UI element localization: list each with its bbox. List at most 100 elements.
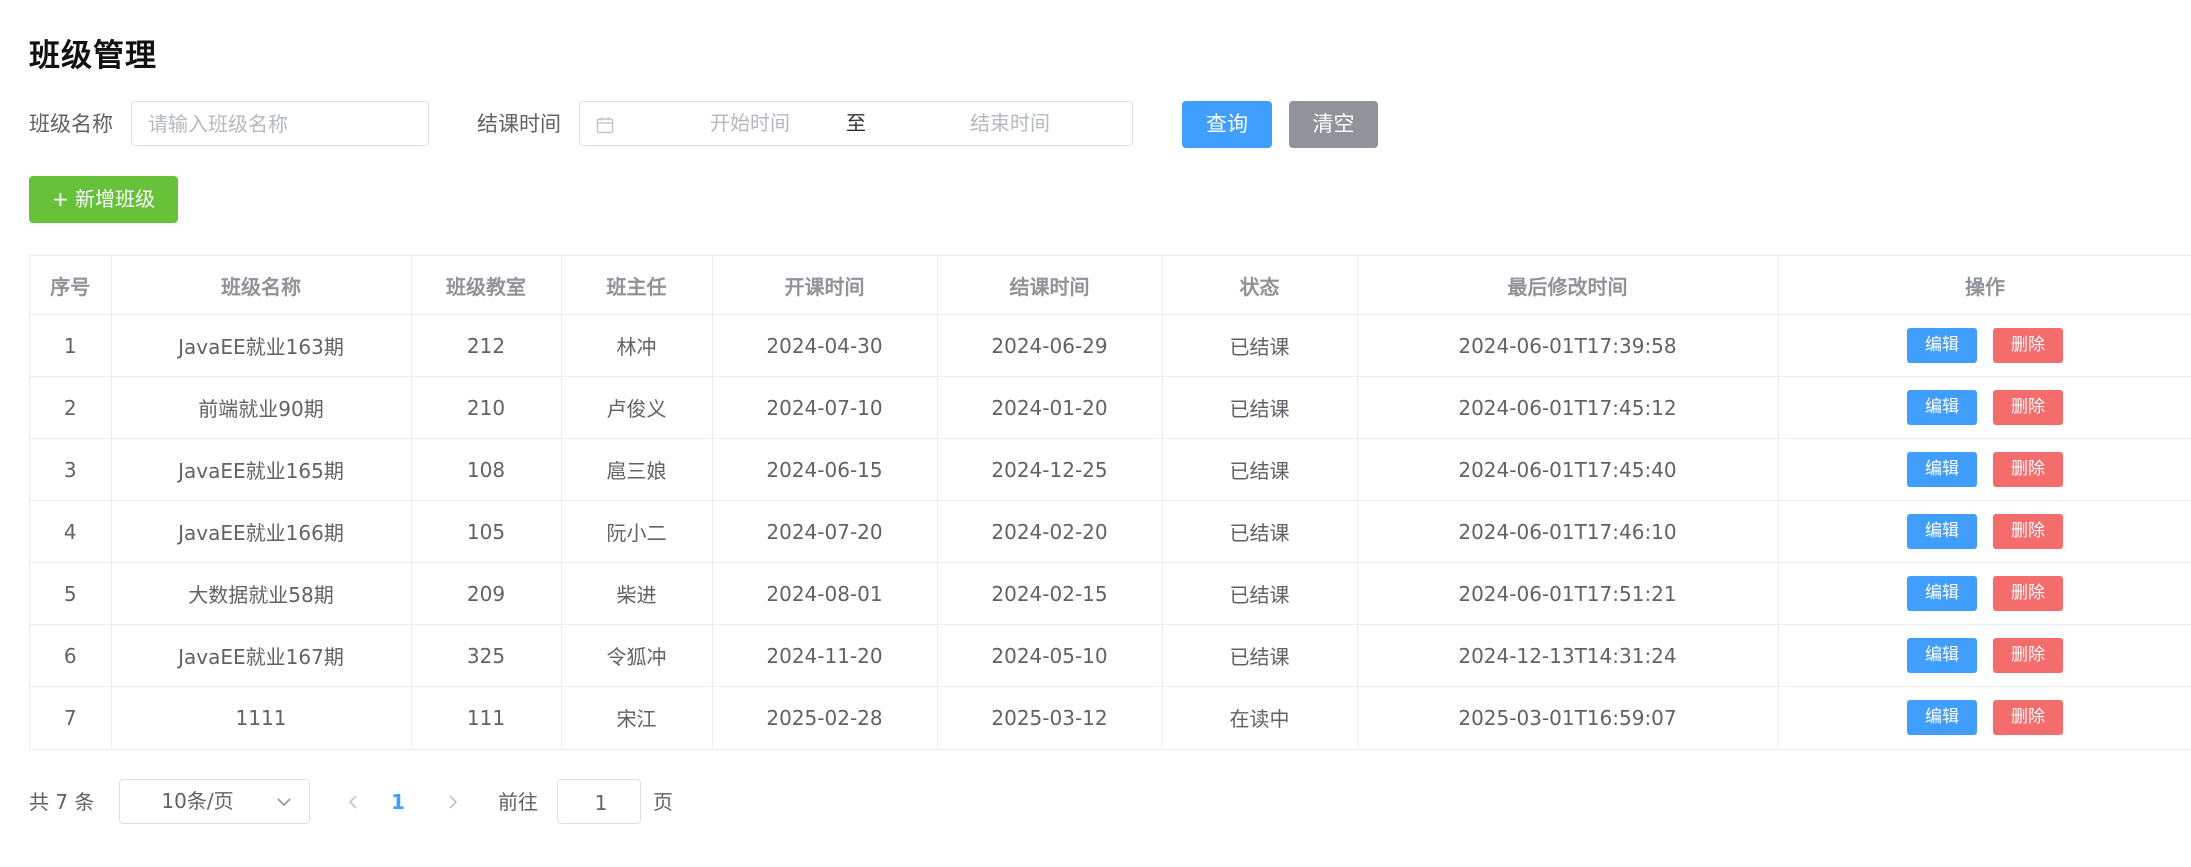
col-header-actions: 操作: [1778, 256, 2191, 315]
cell-end-date: 2024-02-20: [937, 500, 1163, 563]
cell-actions: 编辑 删除: [1778, 314, 2191, 377]
cell-actions: 编辑 删除: [1778, 500, 2191, 563]
class-table: 序号 班级名称 班级教室 班主任 开课时间 结课时间 状态 最后修改时间 操作 …: [29, 255, 2191, 750]
search-bar: 班级名称 结课时间 开始时间 至 结束时间 查询 清空: [29, 101, 2179, 148]
col-header-class-name: 班级名称: [111, 256, 412, 315]
cell-status: 已结课: [1162, 314, 1358, 377]
add-class-button[interactable]: + 新增班级: [29, 176, 178, 223]
edit-button[interactable]: 编辑: [1907, 328, 1977, 363]
class-name-input-wrapper: [131, 101, 429, 146]
cell-actions: 编辑 删除: [1778, 376, 2191, 439]
delete-button[interactable]: 删除: [1993, 328, 2063, 363]
col-header-classroom: 班级教室: [411, 256, 562, 315]
edit-button[interactable]: 编辑: [1907, 576, 1977, 611]
col-header-head-teacher: 班主任: [561, 256, 713, 315]
cell-head-teacher: 卢俊义: [561, 376, 713, 439]
cell-index: 7: [30, 686, 112, 748]
cell-end-date: 2025-03-12: [937, 686, 1163, 748]
start-time-input[interactable]: 开始时间: [650, 102, 850, 145]
cell-classroom: 325: [411, 624, 562, 687]
cell-classroom: 210: [411, 376, 562, 439]
goto-page-input[interactable]: [558, 780, 644, 825]
cell-status: 在读中: [1162, 686, 1358, 748]
cell-end-date: 2024-06-29: [937, 314, 1163, 377]
class-name-input[interactable]: [132, 102, 428, 145]
delete-button[interactable]: 删除: [1993, 638, 2063, 673]
cell-actions: 编辑 删除: [1778, 438, 2191, 501]
cell-start-date: 2024-04-30: [712, 314, 938, 377]
cell-class-name: 1111: [111, 686, 412, 748]
page-size-value: 10条/页: [161, 789, 234, 813]
col-header-start-date: 开课时间: [712, 256, 938, 315]
edit-button[interactable]: 编辑: [1907, 390, 1977, 425]
cell-head-teacher: 阮小二: [561, 500, 713, 563]
cell-status: 已结课: [1162, 438, 1358, 501]
cell-head-teacher: 扈三娘: [561, 438, 713, 501]
range-separator: 至: [846, 111, 866, 135]
chevron-left-icon[interactable]: [345, 793, 363, 811]
col-header-index: 序号: [30, 256, 112, 315]
cell-classroom: 111: [411, 686, 562, 748]
delete-button[interactable]: 删除: [1993, 390, 2063, 425]
cell-head-teacher: 林冲: [561, 314, 713, 377]
total-count: 共 7 条: [29, 790, 95, 814]
cell-last-modified: 2024-06-01T17:51:21: [1357, 562, 1779, 625]
cell-class-name: JavaEE就业166期: [111, 500, 412, 563]
cell-start-date: 2024-11-20: [712, 624, 938, 687]
cell-start-date: 2024-07-20: [712, 500, 938, 563]
cell-end-date: 2024-01-20: [937, 376, 1163, 439]
cell-end-date: 2024-02-15: [937, 562, 1163, 625]
edit-button[interactable]: 编辑: [1907, 700, 1977, 735]
table-row: 5 大数据就业58期 209 柴进 2024-08-01 2024-02-15 已结课 202…: [30, 562, 2191, 625]
delete-button[interactable]: 删除: [1993, 576, 2063, 611]
col-header-end-date: 结课时间: [937, 256, 1163, 315]
end-time-range-picker[interactable]: 开始时间 至 结束时间: [579, 101, 1133, 146]
edit-button[interactable]: 编辑: [1907, 452, 1977, 487]
cell-class-name: 大数据就业58期: [111, 562, 412, 625]
cell-last-modified: 2024-12-13T14:31:24: [1357, 624, 1779, 687]
class-name-label: 班级名称: [29, 112, 113, 136]
delete-button[interactable]: 删除: [1993, 514, 2063, 549]
cell-last-modified: 2024-06-01T17:45:12: [1357, 376, 1779, 439]
col-header-status: 状态: [1162, 256, 1358, 315]
table-row: 6 JavaEE就业167期 325 令狐冲 2024-11-20 2024-05-10 已…: [30, 624, 2191, 687]
cell-last-modified: 2024-06-01T17:45:40: [1357, 438, 1779, 501]
page-number-1[interactable]: 1: [391, 779, 405, 826]
edit-button[interactable]: 编辑: [1907, 638, 1977, 673]
cell-classroom: 209: [411, 562, 562, 625]
pagination: 共 7 条 10条/页 1 前往 页: [29, 779, 1029, 826]
end-time-input[interactable]: 结束时间: [910, 102, 1110, 145]
cell-start-date: 2024-06-15: [712, 438, 938, 501]
table-row: 2 前端就业90期 210 卢俊义 2024-07-10 2024-01-20 已结课 202…: [30, 376, 2191, 439]
cell-start-date: 2025-02-28: [712, 686, 938, 748]
cell-last-modified: 2025-03-01T16:59:07: [1357, 686, 1779, 748]
delete-button[interactable]: 删除: [1993, 452, 2063, 487]
cell-head-teacher: 令狐冲: [561, 624, 713, 687]
cell-last-modified: 2024-06-01T17:39:58: [1357, 314, 1779, 377]
cell-head-teacher: 柴进: [561, 562, 713, 625]
delete-button[interactable]: 删除: [1993, 700, 2063, 735]
page-title: 班级管理: [29, 38, 157, 74]
cell-index: 1: [30, 314, 112, 377]
cell-index: 2: [30, 376, 112, 439]
cell-class-name: 前端就业90期: [111, 376, 412, 439]
goto-label: 前往: [498, 790, 538, 814]
cell-head-teacher: 宋江: [561, 686, 713, 748]
edit-button[interactable]: 编辑: [1907, 514, 1977, 549]
cell-class-name: JavaEE就业163期: [111, 314, 412, 377]
cell-status: 已结课: [1162, 624, 1358, 687]
chevron-right-icon[interactable]: [443, 793, 461, 811]
col-header-last-modified: 最后修改时间: [1357, 256, 1779, 315]
cell-actions: 编辑 删除: [1778, 686, 2191, 748]
end-time-label: 结课时间: [477, 112, 561, 136]
page-size-select[interactable]: 10条/页: [119, 779, 310, 824]
cell-index: 6: [30, 624, 112, 687]
cell-classroom: 105: [411, 500, 562, 563]
chevron-down-icon: [277, 798, 291, 807]
query-button[interactable]: 查询: [1182, 101, 1272, 148]
table-row: 4 JavaEE就业166期 105 阮小二 2024-07-20 2024-02-20 已…: [30, 500, 2191, 563]
cell-classroom: 108: [411, 438, 562, 501]
clear-button[interactable]: 清空: [1289, 101, 1378, 148]
cell-end-date: 2024-05-10: [937, 624, 1163, 687]
cell-status: 已结课: [1162, 376, 1358, 439]
